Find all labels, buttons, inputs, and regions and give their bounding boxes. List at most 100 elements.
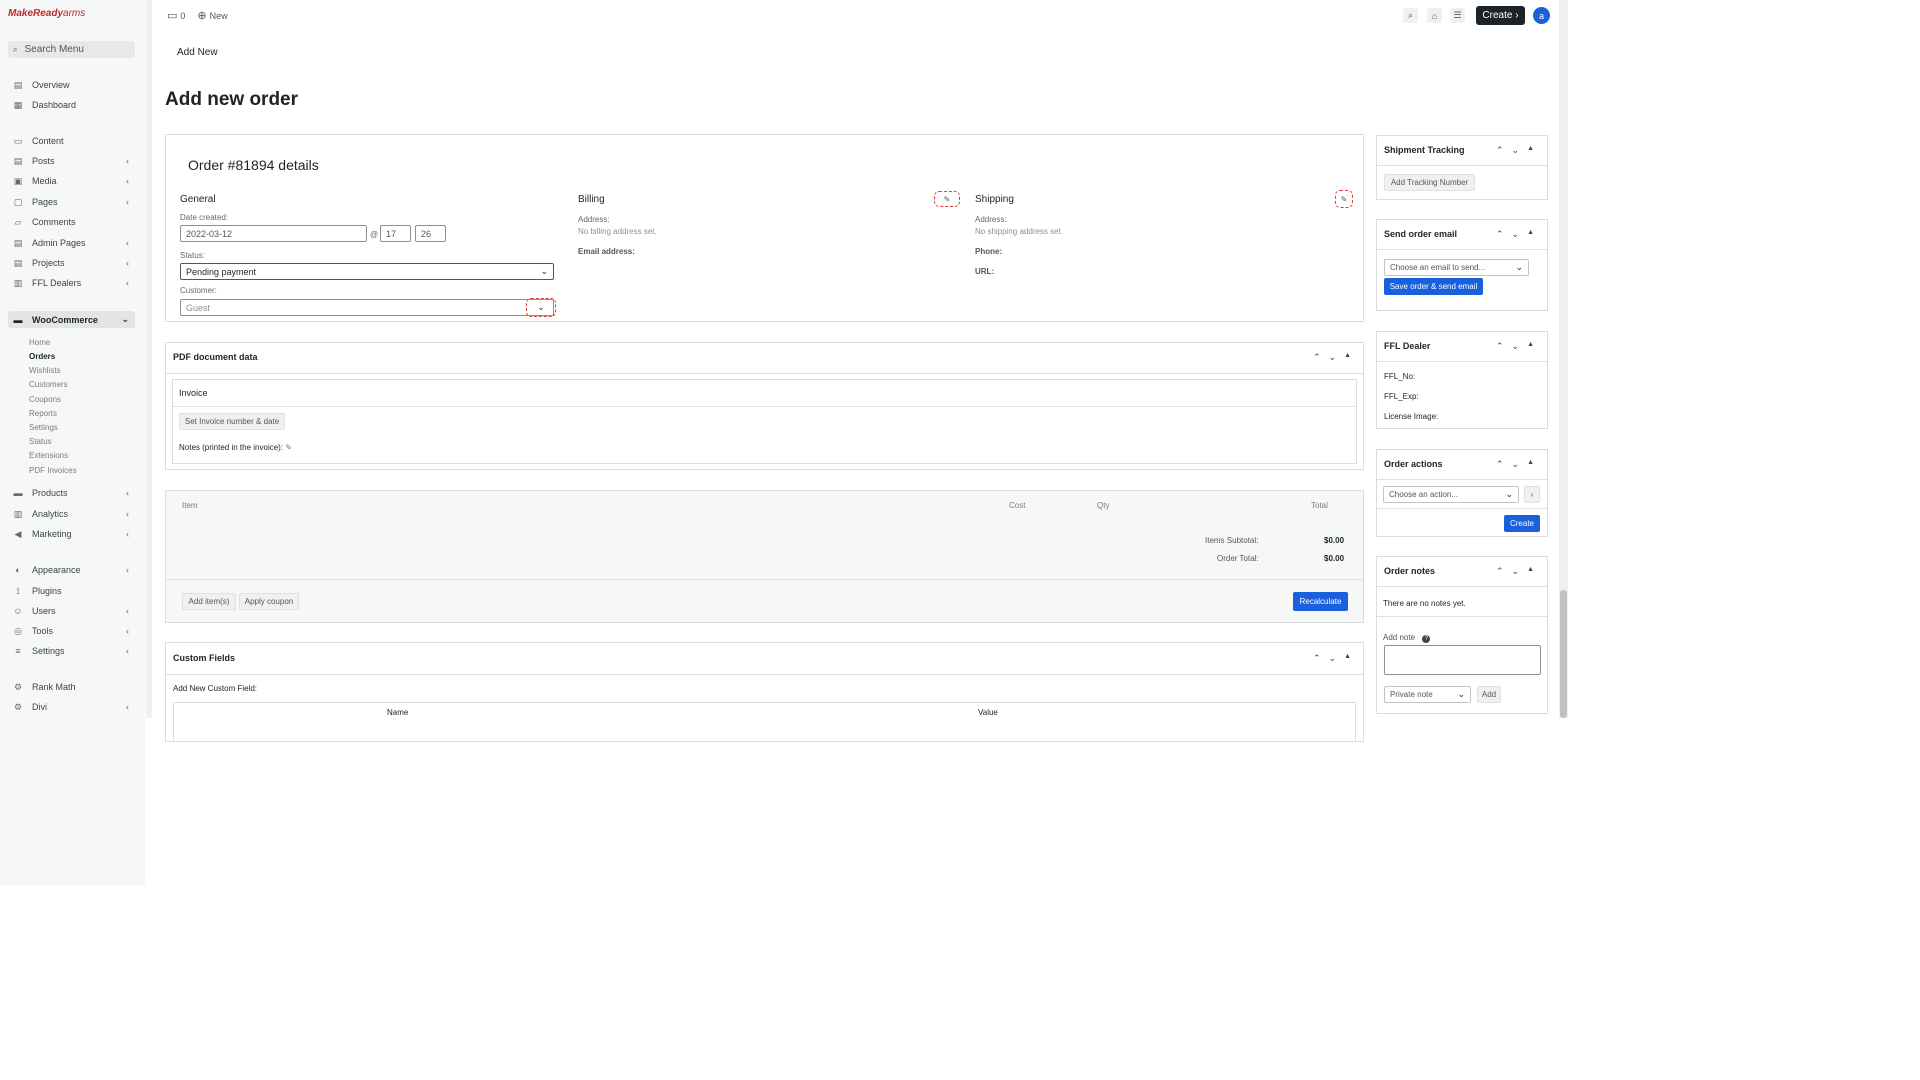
customer-dropdown-toggle[interactable]: ⌄ bbox=[526, 298, 556, 317]
triangle-up-icon[interactable]: ▲ bbox=[1527, 566, 1534, 577]
sidebar-item-tools[interactable]: ◎ Tools ‹ bbox=[8, 623, 135, 639]
sidebar-item-comments[interactable]: ▱ Comments bbox=[8, 214, 135, 230]
chevron-up-icon[interactable]: ⌃ bbox=[1496, 341, 1504, 352]
chevron-up-icon[interactable]: ⌃ bbox=[1313, 352, 1321, 363]
sidebar-item-appearance[interactable]: ◐ Appearance ‹ bbox=[8, 562, 135, 578]
sidebar-scrollbar[interactable] bbox=[146, 0, 152, 718]
woo-sub-pdf-invoices[interactable]: PDF Invoices bbox=[29, 466, 77, 475]
chevron-left-icon: ‹ bbox=[126, 626, 129, 636]
note-type-select[interactable]: Private note ⌄ bbox=[1384, 686, 1471, 703]
woo-sub-customers[interactable]: Customers bbox=[29, 380, 68, 389]
woo-sub-coupons[interactable]: Coupons bbox=[29, 395, 61, 404]
help-icon[interactable]: ? bbox=[1422, 635, 1431, 643]
plus-circle-icon[interactable]: ⊕ bbox=[197, 9, 206, 22]
comment-icon[interactable]: ▭ bbox=[167, 9, 177, 22]
triangle-up-icon[interactable]: ▲ bbox=[1527, 229, 1534, 240]
woo-sub-reports[interactable]: Reports bbox=[29, 409, 57, 418]
chevron-up-icon[interactable]: ⌃ bbox=[1496, 566, 1504, 577]
comments-count[interactable]: 0 bbox=[180, 11, 185, 21]
customer-select[interactable]: Guest bbox=[180, 299, 554, 316]
edit-shipping-button[interactable]: ✎ bbox=[1335, 190, 1353, 208]
site-logo[interactable]: MakeReadyarms bbox=[8, 8, 85, 19]
sidebar-item-dashboard[interactable]: ▦ Dashboard bbox=[8, 97, 135, 113]
sidebar-item-pages[interactable]: ▢ Pages ‹ bbox=[8, 194, 135, 210]
edit-billing-button[interactable]: ✎ bbox=[934, 191, 960, 207]
triangle-up-icon[interactable]: ▲ bbox=[1344, 352, 1351, 363]
sidebar-item-content[interactable]: ▭ Content bbox=[8, 133, 135, 149]
pdf-panel-title: PDF document data bbox=[173, 352, 258, 362]
send-order-email-panel: Send order email ⌃ ⌄ ▲ Choose an email to … bbox=[1376, 219, 1548, 311]
order-notes-controls: ⌃ ⌄ ▲ bbox=[1496, 566, 1534, 577]
triangle-up-icon[interactable]: ▲ bbox=[1344, 653, 1351, 664]
chevron-down-icon[interactable]: ⌄ bbox=[1329, 352, 1337, 363]
sidebar-item-divi[interactable]: ⚙ Divi ‹ bbox=[8, 699, 135, 715]
sidebar-item-plugins[interactable]: ⟟ Plugins bbox=[8, 583, 135, 599]
woo-sub-home[interactable]: Home bbox=[29, 338, 50, 347]
woo-sub-wishlists[interactable]: Wishlists bbox=[29, 366, 61, 375]
triangle-up-icon[interactable]: ▲ bbox=[1527, 145, 1534, 156]
pencil-icon[interactable]: ✎ bbox=[285, 443, 292, 452]
order-action-select[interactable]: Choose an action... ⌄ bbox=[1383, 486, 1519, 503]
page-scrollbar-thumb[interactable] bbox=[1560, 590, 1567, 718]
sidebar-item-ffl-dealers[interactable]: ▥ FFL Dealers ‹ bbox=[8, 275, 135, 291]
recalculate-button[interactable]: Recalculate bbox=[1293, 592, 1348, 611]
minute-field[interactable]: 26 bbox=[415, 225, 446, 242]
search-menu-input[interactable]: ⌕ Search Menu bbox=[8, 41, 135, 58]
woo-sub-orders[interactable]: Orders bbox=[29, 352, 55, 361]
chevron-up-icon[interactable]: ⌃ bbox=[1496, 145, 1504, 156]
sidebar-item-media[interactable]: ▣ Media ‹ bbox=[8, 173, 135, 189]
add-items-button[interactable]: Add item(s) bbox=[182, 593, 236, 610]
note-textarea[interactable] bbox=[1384, 645, 1541, 675]
chevron-down-icon[interactable]: ⌄ bbox=[1329, 653, 1337, 664]
email-select[interactable]: Choose an email to send... ⌄ bbox=[1384, 259, 1529, 276]
home-icon[interactable]: ⌂ bbox=[1427, 8, 1442, 23]
sidebar-item-marketing[interactable]: ◀ Marketing ‹ bbox=[8, 526, 135, 542]
new-link[interactable]: New bbox=[210, 11, 228, 21]
sidebar-item-woocommerce[interactable]: ▬ WooCommerce ⌄ bbox=[8, 311, 135, 328]
sidebar-item-settings[interactable]: ≡ Settings ‹ bbox=[8, 643, 135, 659]
add-note-button[interactable]: Add bbox=[1477, 686, 1501, 703]
triangle-up-icon[interactable]: ▲ bbox=[1527, 459, 1534, 470]
billing-title: Billing bbox=[578, 194, 605, 205]
chevron-down-icon[interactable]: ⌄ bbox=[1512, 229, 1520, 240]
save-send-email-button[interactable]: Save order & send email bbox=[1384, 278, 1483, 295]
chevron-down-icon[interactable]: ⌄ bbox=[1512, 145, 1520, 156]
chevron-up-icon[interactable]: ⌃ bbox=[1496, 229, 1504, 240]
sidebar-item-admin-pages[interactable]: ▤ Admin Pages ‹ bbox=[8, 235, 135, 251]
page-scrollbar[interactable] bbox=[1559, 0, 1568, 718]
sidebar-item-users[interactable]: ☺ Users ‹ bbox=[8, 603, 135, 619]
woo-sub-status[interactable]: Status bbox=[29, 437, 52, 446]
set-invoice-number-button[interactable]: Set Invoice number & date bbox=[179, 413, 285, 430]
chevron-up-icon[interactable]: ⌃ bbox=[1313, 653, 1321, 664]
status-select[interactable]: Pending payment ⌄ bbox=[180, 263, 554, 280]
date-created-field[interactable]: 2022-03-12 bbox=[180, 225, 367, 242]
avatar[interactable]: a bbox=[1533, 7, 1550, 24]
apply-action-button[interactable]: › bbox=[1524, 486, 1540, 503]
woo-sub-extensions[interactable]: Extensions bbox=[29, 451, 68, 460]
chevron-down-icon[interactable]: ⌄ bbox=[1512, 459, 1520, 470]
sidebar-item-rank-math[interactable]: ⚙ Rank Math bbox=[8, 679, 135, 695]
sidebar-item-analytics[interactable]: ▥ Analytics ‹ bbox=[8, 506, 135, 522]
search-icon[interactable]: ⌕ bbox=[1403, 8, 1418, 23]
sidebar-item-products[interactable]: ▬ Products ‹ bbox=[8, 485, 135, 501]
add-new-link[interactable]: Add New bbox=[177, 47, 218, 58]
apply-coupon-button[interactable]: Apply coupon bbox=[239, 593, 299, 610]
create-order-button[interactable]: Create bbox=[1504, 515, 1540, 532]
hour-field[interactable]: 17 bbox=[380, 225, 411, 242]
sidebar-item-overview[interactable]: ▤ Overview bbox=[8, 77, 135, 93]
add-note-label: Add note ? bbox=[1383, 633, 1431, 643]
create-button[interactable]: Create › bbox=[1476, 6, 1525, 25]
triangle-up-icon[interactable]: ▲ bbox=[1527, 341, 1534, 352]
woocommerce-icon: ▬ bbox=[13, 314, 23, 325]
sliders-icon[interactable]: ☰ bbox=[1450, 8, 1465, 23]
chevron-down-icon[interactable]: ⌄ bbox=[1512, 566, 1520, 577]
order-details-panel: Order #81894 details General Date create… bbox=[165, 134, 1364, 322]
send-email-controls: ⌃ ⌄ ▲ bbox=[1496, 229, 1534, 240]
add-tracking-button[interactable]: Add Tracking Number bbox=[1384, 174, 1475, 191]
chevron-left-icon: ‹ bbox=[126, 258, 129, 268]
sidebar-item-posts[interactable]: ▤ Posts ‹ bbox=[8, 153, 135, 169]
woo-sub-settings[interactable]: Settings bbox=[29, 423, 58, 432]
chevron-down-icon[interactable]: ⌄ bbox=[1512, 341, 1520, 352]
sidebar-item-projects[interactable]: ▤ Projects ‹ bbox=[8, 255, 135, 271]
chevron-up-icon[interactable]: ⌃ bbox=[1496, 459, 1504, 470]
